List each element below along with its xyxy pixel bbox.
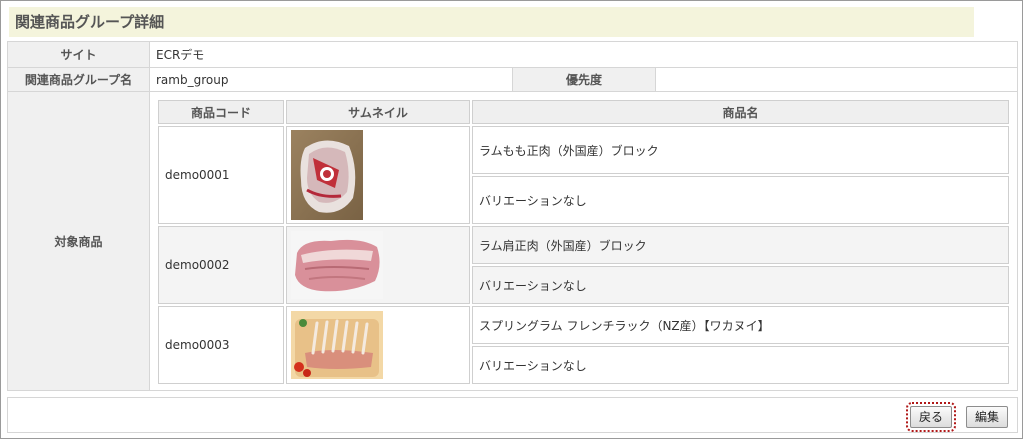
product-variation-cell: バリエーションなし xyxy=(472,176,1009,224)
priority-value xyxy=(655,67,1018,92)
group-name-label: 関連商品グループ名 xyxy=(7,67,150,92)
column-header-thumbnail: サムネイル xyxy=(286,100,470,124)
lamb-rack-image xyxy=(291,311,383,379)
product-thumbnail-cell xyxy=(286,226,470,304)
product-variation-cell: バリエーションなし xyxy=(472,346,1009,384)
product-code-cell: demo0003 xyxy=(158,306,284,384)
lamb-leg-package-image xyxy=(291,130,363,220)
priority-label: 優先度 xyxy=(512,67,656,92)
detail-table: サイト ECRデモ 関連商品グループ名 ramb_group 優先度 対象商品 xyxy=(7,41,1018,391)
page-title: 関連商品グループ詳細 xyxy=(9,7,974,37)
product-name-cell: ラムもも正肉（外国産）ブロック xyxy=(472,126,1009,174)
column-header-name: 商品名 xyxy=(472,100,1009,124)
product-name-cell: スプリングラム フレンチラック（NZ産）【ワカヌイ】 xyxy=(472,306,1009,344)
target-products-label: 対象商品 xyxy=(7,91,150,391)
product-table: 商品コード サムネイル 商品名 demo0001 ラムもも正肉（外国産）ブロック… xyxy=(156,98,1011,386)
product-code-cell: demo0002 xyxy=(158,226,284,304)
product-code-cell: demo0001 xyxy=(158,126,284,224)
group-name-value: ramb_group xyxy=(149,67,513,92)
site-label: サイト xyxy=(7,41,150,68)
lamb-shoulder-block-image xyxy=(291,231,383,299)
product-name-cell: ラム肩正肉（外国産）ブロック xyxy=(472,226,1009,264)
button-bar: 戻る 編集 xyxy=(7,397,1018,433)
product-thumbnail-cell xyxy=(286,306,470,384)
edit-button[interactable]: 編集 xyxy=(966,406,1009,428)
product-variation-cell: バリエーションなし xyxy=(472,266,1009,304)
product-thumbnail-cell xyxy=(286,126,470,224)
site-value: ECRデモ xyxy=(149,41,1018,68)
target-products-cell: 商品コード サムネイル 商品名 demo0001 ラムもも正肉（外国産）ブロック… xyxy=(149,91,1018,391)
page-frame: 関連商品グループ詳細 サイト ECRデモ 関連商品グループ名 ramb_grou… xyxy=(0,0,1023,439)
column-header-code: 商品コード xyxy=(158,100,284,124)
back-button[interactable]: 戻る xyxy=(905,402,957,432)
